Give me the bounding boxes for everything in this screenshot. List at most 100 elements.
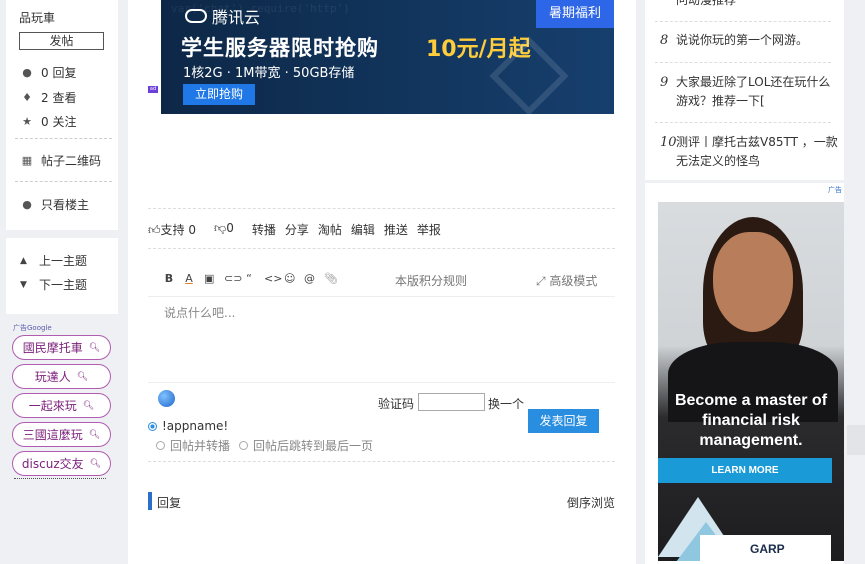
divider [655, 62, 831, 63]
font-color-icon[interactable]: A [184, 272, 194, 285]
repost-link[interactable]: 转播 [252, 221, 276, 238]
link-icon[interactable]: ⊂⊃ [224, 272, 242, 285]
section-marker [148, 492, 152, 510]
ad-headline: Become a master of financial risk manage… [674, 392, 828, 449]
ad-keyword-3[interactable]: 一起來玩 🔍︎ [12, 393, 111, 418]
captcha-input[interactable] [418, 393, 485, 411]
ad-keyword-text: 三國這麼玩 [22, 428, 83, 442]
divider [655, 21, 831, 22]
tencent-cloud-banner-ad[interactable]: var('chat') require('http') 腾讯云 暑期福利 学生服… [161, 0, 614, 114]
post-actions: 👍︎支持 0 👎︎0 转播 分享 淘帖 编辑 推送 举报 [148, 221, 450, 238]
prev-thread-label: 上一主题 [39, 254, 88, 268]
hot-topic-item[interactable]: 10 测评丨摩托古兹V85TT ，一款无法定义的怪鸟 [660, 133, 840, 171]
image-icon[interactable]: ▣ [204, 272, 214, 285]
learn-more-button[interactable]: LEARN MORE [658, 458, 832, 483]
qr-code-link[interactable]: ▦ 帖子二维码 [20, 152, 101, 169]
hot-topic-rank: 8 [660, 33, 669, 48]
search-icon: 🔍︎ [89, 458, 102, 469]
banner-headline: 学生服务器限时抢购 [181, 36, 379, 60]
recommend-link[interactable]: 推送 [384, 221, 408, 238]
author-name[interactable]: 品玩車 [19, 9, 55, 26]
attachment-icon[interactable]: 📎︎ [324, 272, 338, 285]
next-thread-link[interactable]: ▼ 下一主题 [20, 276, 87, 293]
support-label: 支持 0 [160, 223, 196, 237]
divider [148, 208, 615, 209]
ad-keyword-2[interactable]: 玩達人 🔍︎ [12, 364, 111, 389]
oppose-label: 0 [226, 221, 234, 235]
hot-topic-item[interactable]: 8 说说你玩的第一个网游。 [660, 31, 840, 50]
submit-reply-button[interactable]: 发表回复 [528, 409, 599, 433]
hot-topic-rank: 9 [660, 75, 669, 90]
advanced-mode-link[interactable]: ⤢ 高级模式 [536, 272, 597, 289]
banner-tag: 暑期福利 [536, 0, 614, 28]
search-icon: 🔍︎ [88, 429, 101, 440]
emoji-icon[interactable]: ☺ [284, 272, 295, 285]
ad-keyword-text: 玩達人 [34, 370, 71, 384]
quote-icon[interactable]: “ [244, 272, 254, 285]
edit-link[interactable]: 编辑 [351, 221, 375, 238]
report-link[interactable]: 举报 [417, 221, 441, 238]
share-link[interactable]: 分享 [285, 221, 309, 238]
only-author-link[interactable]: ● 只看楼主 [20, 196, 89, 213]
banner-brand-name: 腾讯云 [212, 8, 261, 27]
scroll-to-top-button[interactable] [847, 425, 865, 455]
follow-count-text: 0 关注 [41, 115, 77, 129]
google-ad-label[interactable]: 广告Google [13, 323, 52, 333]
bold-icon[interactable]: B [164, 272, 174, 285]
divider [148, 296, 615, 297]
captcha-label: 验证码 [378, 397, 415, 411]
only-author-label: 只看楼主 [41, 198, 90, 212]
divider [14, 478, 106, 479]
editor-toolbar: B A ▣ ⊂⊃ “ <> ☺ @ 📎︎ [164, 272, 344, 285]
oppose-button[interactable]: 👎︎0 [214, 221, 243, 238]
reverse-order-link[interactable]: 倒序浏览 [567, 494, 615, 511]
divider [655, 122, 831, 123]
triangle-up-icon: ▲ [20, 255, 27, 266]
reply-count-text: 0 回复 [41, 66, 77, 80]
rules-link[interactable]: 本版积分规则 [395, 272, 467, 289]
repost-option[interactable]: 回帖并转播 [156, 437, 230, 454]
banner-cta-button[interactable]: 立即抢购 [183, 84, 255, 105]
ad-chip: ad [148, 86, 158, 93]
ad-keyword-text: discuz交友 [21, 457, 84, 471]
reply-textarea[interactable]: 说点什么吧... [164, 304, 235, 321]
qr-code-icon: ▦ [21, 154, 33, 167]
ad-keyword-4[interactable]: 三國這麼玩 🔍︎ [12, 422, 111, 447]
divider [148, 461, 615, 462]
replies-title: 回复 [157, 496, 182, 510]
support-button[interactable]: 👍︎支持 0 [148, 221, 205, 238]
jump-last-option[interactable]: 回帖后跳转到最后一页 [239, 437, 373, 454]
ad-mark: 广告 [828, 186, 842, 194]
divider [15, 181, 112, 182]
jump-last-option-label: 回帖后跳转到最后一页 [253, 439, 374, 453]
hot-topic-item[interactable]: 问动漫推荐 [660, 0, 840, 10]
prev-thread-link[interactable]: ▲ 上一主题 [20, 252, 87, 269]
captcha-change-link[interactable]: 换一个 [488, 395, 524, 412]
view-count: ♦ 2 查看 [20, 89, 76, 106]
ad-keyword-1[interactable]: 國民摩托車 🔍︎ [12, 335, 111, 360]
banner-spec: 1核2G · 1M带宽 · 50GB存储 [183, 66, 355, 81]
hot-topic-title: 问动漫推荐 [676, 0, 737, 7]
advanced-mode-label: 高级模式 [549, 274, 598, 288]
flame-icon: ♦ [22, 91, 32, 104]
hot-topic-item[interactable]: 9 大家最近除了LOL还在玩什么游戏？推荐一下[ [660, 73, 840, 111]
taobao-link[interactable]: 淘帖 [318, 221, 342, 238]
hot-topic-rank: 10 [660, 135, 677, 150]
ad-keyword-5[interactable]: discuz交友 🔍︎ [12, 451, 111, 476]
appname-option[interactable]: !appname! [148, 419, 228, 433]
search-icon: 🔍︎ [76, 371, 89, 382]
radio-selected [148, 421, 157, 431]
garp-logo-text: GARP [750, 542, 785, 556]
mention-icon[interactable]: @ [304, 272, 315, 285]
post-button[interactable]: 发帖 [19, 32, 104, 50]
comment-icon: ● [22, 66, 32, 79]
garp-side-ad[interactable]: 广告 Become a master of financial risk man… [645, 183, 844, 564]
code-icon[interactable]: <> [264, 272, 282, 285]
expand-icon: ⤢ [536, 274, 550, 288]
reply-editor: B A ▣ ⊂⊃ “ <> ☺ @ 📎︎ 本版积分规则 ⤢ 高级模式 说点什么吧… [148, 264, 615, 383]
triangle-down-icon: ▼ [20, 279, 27, 290]
ad-person-face [713, 232, 793, 332]
cloud-icon [185, 9, 207, 23]
hot-topics-panel: 问动漫推荐 8 说说你玩的第一个网游。 9 大家最近除了LOL还在玩什么游戏？推… [645, 0, 844, 180]
appname-option-label: !appname! [162, 419, 229, 433]
